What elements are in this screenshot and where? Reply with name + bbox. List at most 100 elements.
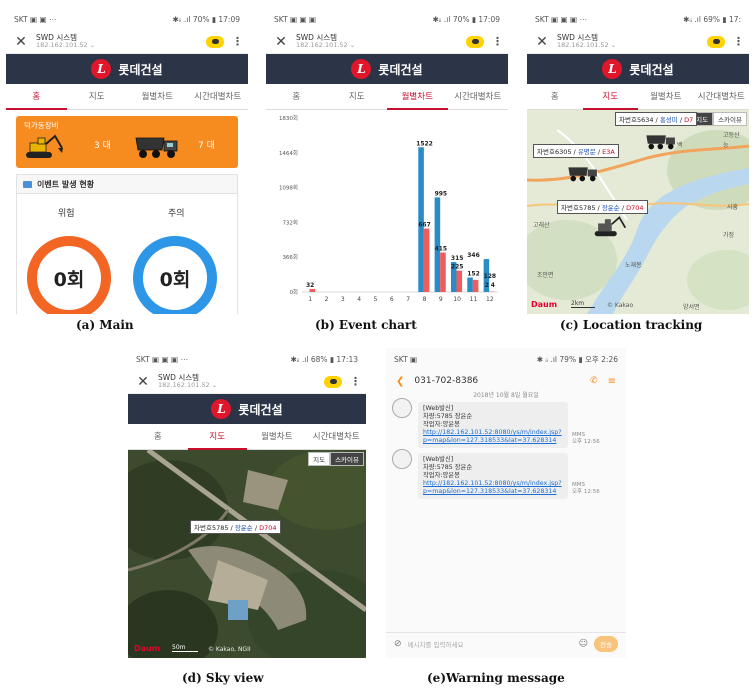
tab-home[interactable]: 홈: [6, 84, 67, 110]
vehicle-label-5785[interactable]: 차번호5785 / 장윤순 / D704: [557, 200, 648, 214]
sender-avatar: [392, 398, 412, 418]
message-bubble[interactable]: [Web발신] 차량:5785 장윤순 작업자:양윤봉 http://182.1…: [418, 402, 568, 449]
url-box[interactable]: SWD 시스템 182.162.101.52 ⌄: [296, 34, 458, 49]
tab-map[interactable]: 지도: [582, 84, 638, 110]
daum-logo: Daum: [531, 300, 558, 309]
status-right: ✱ ᵢᵢ .ıl 79% ▮ 오후 2:26: [536, 354, 618, 364]
y-tick-label: 732회: [282, 218, 298, 226]
message-time: 오후 12:56: [572, 438, 600, 445]
back-arrow-icon[interactable]: ❮: [396, 376, 404, 387]
tab-hourly-chart[interactable]: 시간대별차트: [307, 424, 367, 450]
map-type-toggle: 지도 스카이뷰: [691, 112, 747, 126]
url-box[interactable]: SWD 시스템 182.162.101.52 ⌄: [36, 34, 198, 49]
map-type-map[interactable]: 지도: [308, 452, 331, 466]
tab-monthly-chart[interactable]: 월별차트: [127, 84, 188, 110]
kakao-icon[interactable]: [707, 35, 725, 48]
place-label: 능: [723, 142, 729, 149]
status-left: SKT ▣ ▣ ⋯: [14, 14, 57, 24]
url-box[interactable]: SWD 시스템 182.162.101.52 ⌄: [557, 34, 699, 49]
close-icon[interactable]: ✕: [14, 34, 28, 50]
driver-name: 홍성미: [659, 116, 678, 124]
tab-home[interactable]: 홈: [266, 84, 327, 110]
vehicle-code: D704: [626, 204, 644, 212]
app-title: 롯데건설: [378, 62, 423, 77]
map-scale: 50m: [172, 644, 198, 652]
lotte-logo-icon: L: [91, 59, 112, 79]
equipment-card[interactable]: 덕가동장비 3 대 7 대: [16, 116, 238, 168]
emoji-icon[interactable]: ☺: [579, 639, 588, 649]
message-link[interactable]: http://182.162.101.52:8080/ys/m/index.js…: [423, 429, 562, 444]
tab-home[interactable]: 홈: [527, 84, 583, 110]
call-icon[interactable]: ✆: [590, 376, 598, 386]
status-right: ✱ᵢᵢ .ıl 68% ▮ 17:13: [290, 354, 358, 364]
close-icon[interactable]: ✕: [535, 34, 549, 50]
satellite-map[interactable]: 지도 스카이뷰 차번호5785 / 장윤순 / D704 Daum 50m © …: [128, 450, 366, 658]
truck-marker-icon[interactable]: [567, 162, 599, 184]
truck-marker-icon[interactable]: [645, 130, 677, 152]
message-type: MMS: [572, 432, 585, 438]
url-box[interactable]: SWD 시스템 182.162.101.52 ⌄: [158, 374, 316, 389]
y-tick-label: 1830회: [279, 114, 298, 122]
status-bar: SKT ▣ ▣ ▣ ⋯ ✱ᵢᵢ .ıl 68% ▮ 17:13: [128, 348, 366, 370]
more-menu-icon[interactable]: ⋮: [232, 35, 243, 48]
bar: [440, 252, 446, 292]
app-title: 롯데건설: [118, 62, 163, 77]
status-right: ✱ᵢᵢ .ıl 70% ▮ 17:09: [432, 14, 500, 24]
dump-truck-icon: [135, 137, 178, 158]
bar: [472, 279, 479, 292]
app-title: 롯데건설: [629, 62, 674, 77]
vehicle-code: D7: [684, 116, 694, 124]
message-bubble[interactable]: [Web발신] 차량:5785 장윤순 작업자:양윤봉 http://182.1…: [418, 453, 568, 500]
tab-monthly-chart[interactable]: 월별차트: [247, 424, 307, 450]
road-map[interactable]: 지도 스카이뷰 차번호5634 / 홍성미 / D7 차번호6305 / 유명문…: [527, 110, 749, 314]
place-label: 가정: [723, 232, 735, 239]
place-label: 조안면: [537, 272, 554, 279]
tab-map[interactable]: 지도: [187, 424, 247, 450]
chart-screen: SKT ▣ ▣ ▣ ✱ᵢᵢ .ıl 70% ▮ 17:09 ✕ SWD 시스템 …: [266, 8, 508, 314]
vehicle-label-5634[interactable]: 차번호5634 / 홍성미 / D7: [615, 112, 698, 126]
tab-home[interactable]: 홈: [128, 424, 188, 450]
close-icon[interactable]: ✕: [274, 34, 288, 50]
y-tick-label: 0회: [289, 288, 298, 296]
tab-monthly-chart[interactable]: 월별차트: [638, 84, 694, 110]
danger-label: 위험: [58, 209, 75, 219]
danger-ring: 0회: [27, 236, 111, 314]
vehicle-label-6305[interactable]: 차번호6305 / 유명문 / E3A: [533, 144, 619, 158]
danger-count: 0회: [53, 268, 85, 291]
more-menu-icon[interactable]: ⋮: [492, 35, 503, 48]
tab-map[interactable]: 지도: [327, 84, 388, 110]
message-type: MMS: [572, 482, 585, 488]
tab-monthly-chart[interactable]: 월별차트: [387, 84, 448, 110]
excavator-count: 3 대: [94, 141, 111, 151]
x-tick-label: 4: [357, 296, 361, 303]
tab-map[interactable]: 지도: [67, 84, 128, 110]
tab-hourly-chart[interactable]: 시간대별차트: [448, 84, 509, 110]
attach-icon[interactable]: ⊘: [394, 639, 402, 649]
map-type-sky[interactable]: 스카이뷰: [330, 452, 364, 466]
close-icon[interactable]: ✕: [136, 374, 150, 390]
kakao-icon[interactable]: [466, 35, 484, 48]
kakao-icon[interactable]: [324, 375, 342, 388]
message-link[interactable]: http://182.162.101.52:8080/ys/m/index.js…: [423, 480, 562, 495]
place-label: 백: [677, 142, 683, 149]
tab-hourly-chart[interactable]: 시간대별차트: [188, 84, 249, 110]
driver-name: 유명문: [577, 148, 596, 156]
more-menu-icon[interactable]: ⋮: [350, 375, 361, 388]
bar: [309, 288, 316, 292]
map-type-sky[interactable]: 스카이뷰: [713, 112, 747, 126]
kakao-icon[interactable]: [206, 35, 224, 48]
app-header: L 롯데건설: [527, 54, 749, 84]
data-label: 415: [435, 246, 448, 253]
lotte-logo-icon: L: [602, 59, 623, 79]
more-menu-icon[interactable]: ⋮: [733, 35, 744, 48]
tab-hourly-chart[interactable]: 시간대별차트: [694, 84, 750, 110]
compose-bar: ⊘ 메시지를 입력하세요 ☺ 전송: [386, 632, 626, 654]
excavator-marker-icon[interactable]: [593, 214, 627, 238]
send-button[interactable]: 전송: [594, 635, 618, 652]
vehicle-number: 차번호5785 /: [561, 204, 602, 212]
message-input[interactable]: 메시지를 입력하세요: [408, 639, 573, 649]
vehicle-label-5785[interactable]: 차번호5785 / 장윤순 / D704: [190, 520, 281, 534]
menu-icon[interactable]: ≡: [608, 376, 616, 387]
event-section-title: 이벤트 발생 현황: [37, 179, 95, 189]
map-copyright: © Kakao: [607, 302, 634, 309]
